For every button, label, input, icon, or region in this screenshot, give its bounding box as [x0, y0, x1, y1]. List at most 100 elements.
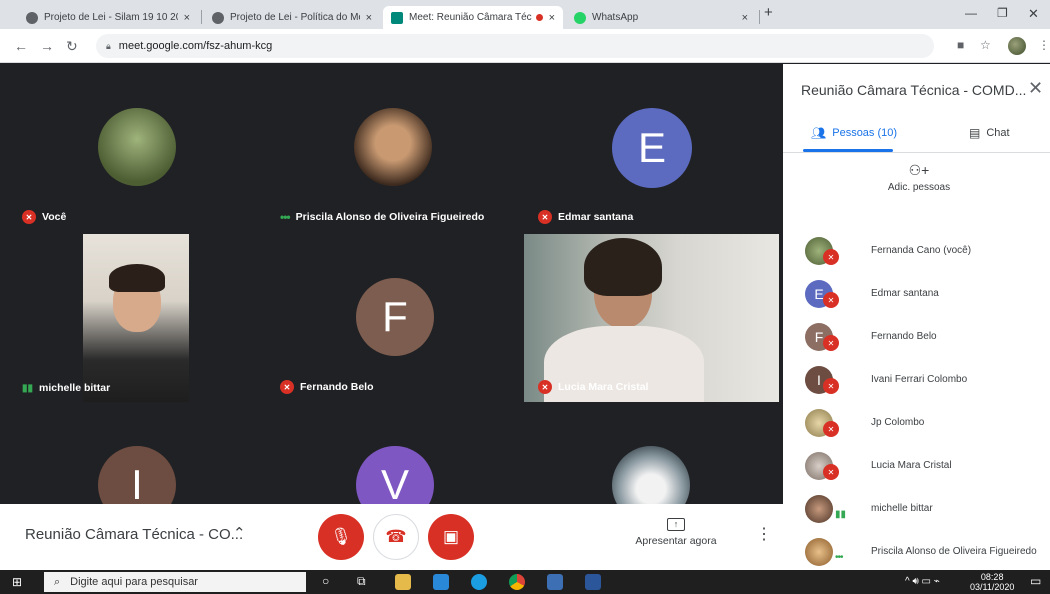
chevron-up-icon[interactable]: ⌃ — [233, 524, 246, 542]
tab-separator — [759, 10, 760, 24]
tab-label: Pessoas (10) — [832, 127, 898, 139]
tab-close-icon[interactable]: × — [366, 12, 372, 24]
add-people-button[interactable]: ⚇+ Adic. pessoas — [887, 162, 951, 193]
participant-tile[interactable] — [524, 404, 779, 504]
speaking-indicator-icon: ••• — [835, 552, 843, 563]
recording-dot-icon — [535, 14, 543, 21]
notifications-icon[interactable]: ▭ — [1030, 574, 1041, 588]
participant-avatar: V — [356, 446, 434, 504]
participant-tile[interactable]: I — [8, 404, 263, 504]
tab-close-icon[interactable]: × — [184, 12, 190, 24]
list-item[interactable]: ••• Priscila Alonso de Oliveira Figueire… — [783, 530, 1050, 573]
list-item[interactable]: ✕ Lucia Mara Cristal — [783, 444, 1050, 487]
participant-video — [83, 234, 189, 402]
participant-tile[interactable]: ••• Priscila Alonso de Oliveira Figueire… — [266, 64, 521, 232]
tab-people[interactable]: 👥︎ Pessoas (10) — [811, 126, 897, 140]
add-people-label: Adic. pessoas — [887, 182, 951, 193]
present-now-button[interactable]: ↑ Apresentar agora — [633, 518, 719, 547]
present-screen-icon: ↑ — [667, 518, 685, 531]
list-item[interactable]: ▮▮ michelle bittar — [783, 487, 1050, 530]
windows-taskbar: ⊞ ⌕ Digite aqui para pesquisar ○ ⧉ ^ 🔊︎ … — [0, 570, 1050, 594]
browser-tab-meet[interactable]: Meet: Reunião Câmara Técnica × — [383, 6, 563, 29]
star-icon[interactable]: ☆ — [980, 38, 991, 52]
audio-level-icon: ▮▮ — [835, 509, 847, 520]
avatar — [805, 537, 833, 566]
participant-tile[interactable]: F ✕ Fernando Belo — [266, 234, 521, 402]
meeting-title[interactable]: Reunião Câmara Técnica - CO... — [25, 526, 243, 543]
participant-tile[interactable]: ✕ Lucia Mara Cristal — [524, 234, 779, 402]
url-text: meet.google.com/fsz-ahum-kcg — [118, 40, 273, 52]
taskbar-search-field[interactable]: ⌕ Digite aqui para pesquisar — [44, 572, 306, 592]
back-icon[interactable]: ← — [14, 38, 28, 54]
microphone-toggle-button[interactable]: 🎙︎ — [318, 514, 364, 560]
system-tray-icons[interactable]: ^ 🔊︎ ▭ ⌁ — [905, 576, 940, 587]
taskbar-clock[interactable]: 08:28 03/11/2020 — [970, 572, 1014, 592]
clock-time: 08:28 — [980, 572, 1004, 582]
participant-name: Fernando Belo — [300, 381, 374, 393]
url-field[interactable]: 🔒︎ meet.google.com/fsz-ahum-kcg — [96, 34, 934, 58]
list-item[interactable]: F ✕ Fernando Belo — [783, 315, 1050, 358]
store-icon[interactable] — [547, 574, 563, 590]
participant-avatar — [98, 108, 176, 186]
tab-label: Chat — [986, 127, 1010, 139]
participant-video — [524, 234, 779, 402]
list-item[interactable]: ✕ Jp Colombo — [783, 401, 1050, 444]
windows-start-icon[interactable]: ⊞ — [12, 575, 22, 589]
camera-toggle-button[interactable]: ▣ — [428, 514, 474, 560]
tab-close-icon[interactable]: × — [549, 12, 555, 24]
menu-dots-icon[interactable]: ⋮ — [1038, 38, 1050, 52]
camera-icon[interactable]: ■ — [957, 38, 964, 52]
forward-icon[interactable]: → — [40, 38, 54, 54]
tab-title: Projeto de Lei - Silam 19 10 2020 — [44, 12, 178, 23]
list-item[interactable]: E ✕ Edmar santana — [783, 272, 1050, 315]
tab-close-icon[interactable]: × — [742, 12, 748, 24]
participant-tile[interactable]: V — [266, 404, 521, 504]
participant-tile[interactable]: ✕ Você — [8, 64, 263, 232]
browser-tab-whatsapp[interactable]: WhatsApp × — [566, 6, 756, 29]
profile-avatar[interactable] — [1008, 37, 1026, 55]
restore-icon[interactable]: ❐ — [997, 6, 1008, 20]
divider — [783, 152, 1050, 153]
edge-icon[interactable] — [471, 574, 487, 590]
participant-name: Lucia Mara Cristal — [871, 460, 952, 471]
participant-avatar: F — [356, 278, 434, 356]
reload-icon[interactable]: ↻ — [66, 38, 78, 55]
participant-tile[interactable]: E ✕ Edmar santana — [524, 64, 779, 232]
list-item[interactable]: ✕ Fernanda Cano (você) — [783, 229, 1050, 272]
close-window-icon[interactable]: ✕ — [1028, 6, 1039, 22]
more-options-icon[interactable]: ⋮ — [756, 524, 772, 544]
participant-tile[interactable]: ▮▮ michelle bittar — [8, 234, 263, 402]
participant-name: Priscila Alonso de Oliveira Figueiredo — [295, 211, 485, 223]
people-icon: 👥︎ — [811, 126, 827, 140]
cortana-icon[interactable]: ○ — [322, 574, 329, 588]
people-panel: Reunião Câmara Técnica - COMD... ✕ 👥︎ Pe… — [783, 64, 1050, 570]
tab-chat[interactable]: ▤ Chat — [969, 126, 1010, 140]
participant-name: Fernando Belo — [871, 331, 937, 342]
mic-off-icon: ✕ — [823, 335, 839, 351]
leave-call-button[interactable]: ☎︎ — [373, 514, 419, 560]
search-icon: ⌕ — [54, 575, 61, 588]
new-tab-button[interactable]: + — [764, 4, 773, 21]
camera-off-icon: ▣ — [442, 527, 460, 546]
mic-off-icon: ✕ — [538, 380, 552, 394]
audio-level-icon: ▮▮ — [22, 382, 34, 394]
close-panel-icon[interactable]: ✕ — [1028, 78, 1043, 99]
chrome-icon[interactable] — [509, 574, 525, 590]
meet-icon — [391, 11, 403, 24]
participant-name: michelle bittar — [871, 503, 933, 514]
list-item[interactable]: I ✕ Ivani Ferrari Colombo — [783, 358, 1050, 401]
mic-off-icon: ✕ — [823, 378, 839, 394]
meeting-controls-bar: Reunião Câmara Técnica - CO... ⌃ 🎙︎ ☎︎ ▣… — [0, 504, 783, 570]
lock-icon: 🔒︎ — [106, 40, 111, 51]
word-icon[interactable] — [585, 574, 601, 590]
browser-tab-2[interactable]: Projeto de Lei - Política do Meio × — [204, 6, 380, 29]
tab-title: WhatsApp — [592, 12, 639, 23]
mail-icon[interactable] — [433, 574, 449, 590]
minimize-icon[interactable]: — — [965, 6, 977, 20]
participant-avatar: I — [98, 446, 176, 504]
task-view-icon[interactable]: ⧉ — [357, 574, 366, 589]
add-person-icon: ⚇+ — [908, 162, 930, 178]
file-explorer-icon[interactable] — [395, 574, 411, 590]
mic-off-icon: ✕ — [538, 210, 552, 224]
browser-tab-1[interactable]: Projeto de Lei - Silam 19 10 2020 × — [18, 6, 198, 29]
